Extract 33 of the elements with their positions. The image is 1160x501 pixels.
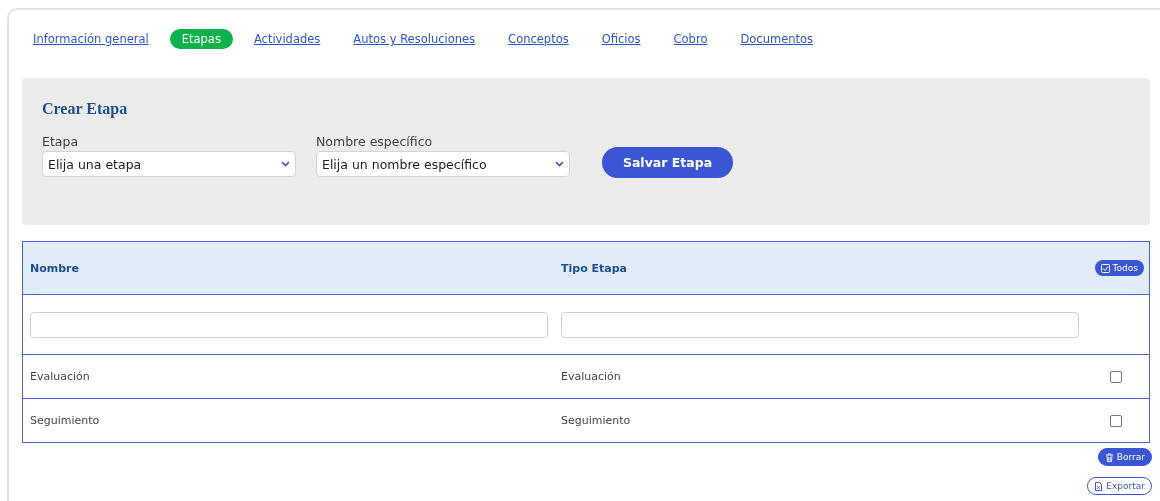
row-checkbox[interactable] <box>1110 414 1122 427</box>
select-value: Elija una etapa <box>48 156 142 172</box>
table-cell-text: Seguimiento <box>30 414 101 427</box>
column-header: Nombre <box>30 261 80 275</box>
field-label: Nombre específico <box>316 134 434 149</box>
tab[interactable]: Oficios <box>601 29 641 49</box>
tab[interactable]: Documentos <box>740 29 814 49</box>
tab[interactable]: Conceptos <box>508 29 569 49</box>
tab[interactable]: Actividades <box>253 29 321 49</box>
chevron-down-icon <box>281 161 290 167</box>
export-button[interactable]: Exportar <box>1087 477 1152 495</box>
tab[interactable]: Información general <box>33 29 149 49</box>
delete-button[interactable]: Borrar <box>1097 448 1152 466</box>
form-title: Crear Etapa <box>42 100 129 118</box>
select-all-button[interactable]: Todos <box>1094 260 1144 276</box>
table-cell-text: Evaluación <box>561 370 622 383</box>
tab[interactable]: Cobro <box>673 29 708 49</box>
trash-icon <box>1104 452 1114 462</box>
row-checkbox[interactable] <box>1110 370 1122 383</box>
tab[interactable]: Autos y Resoluciones <box>353 29 476 49</box>
column-header: Tipo Etapa <box>561 261 629 275</box>
field-label: Etapa <box>42 134 80 149</box>
select-field[interactable]: Elija una etapa <box>42 151 296 177</box>
checkbox-icon <box>1100 263 1110 273</box>
select-field[interactable]: Elija un nombre específico <box>316 151 570 177</box>
document-icon <box>1094 481 1104 491</box>
table-cell-text: Evaluación <box>30 370 91 383</box>
save-button[interactable]: Salvar Etapa <box>602 147 733 178</box>
filter-input[interactable] <box>30 311 548 338</box>
select-value: Elija un nombre específico <box>322 156 487 172</box>
chevron-down-icon <box>555 161 564 167</box>
filter-input[interactable] <box>561 311 1079 338</box>
table-cell-text: Seguimiento <box>561 414 632 427</box>
